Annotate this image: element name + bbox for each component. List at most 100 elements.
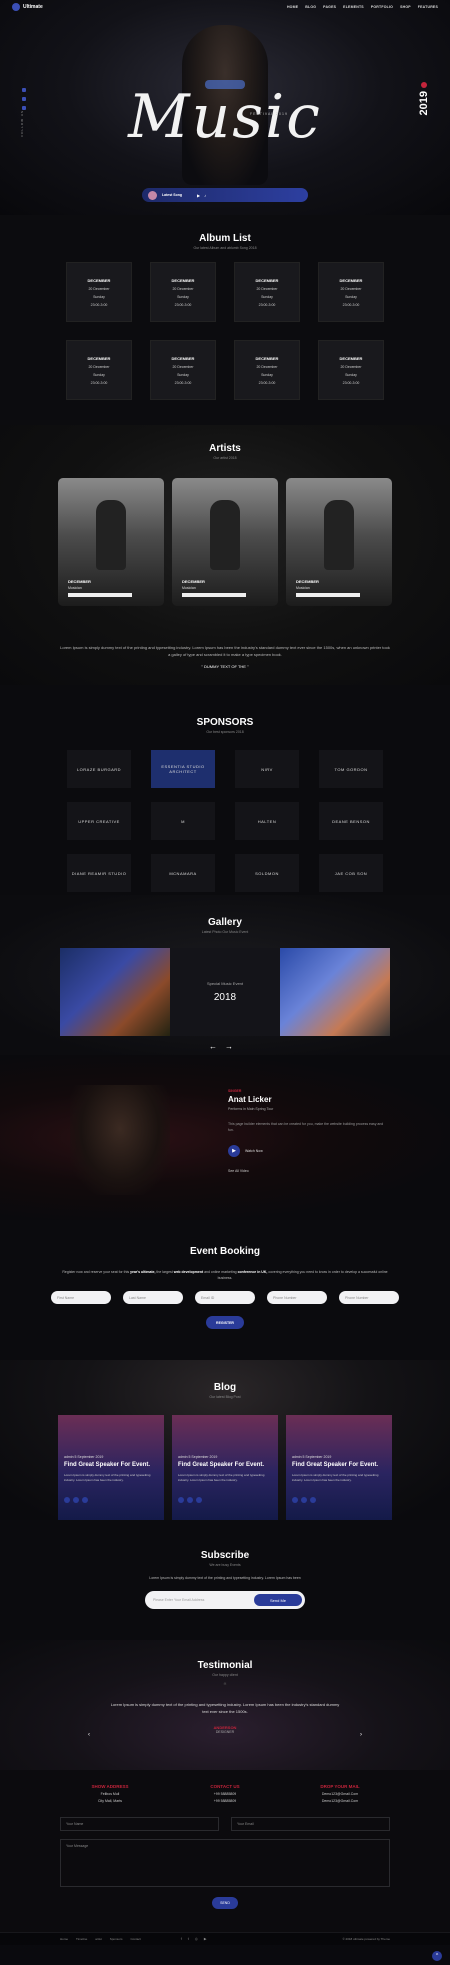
artist-card[interactable]: DECEMBER Musician [172, 478, 278, 606]
album-card[interactable]: DECEMBER 20 December Sunday 23:00-3:00 [318, 340, 384, 400]
gallery-image[interactable] [280, 948, 390, 1036]
arrow-right-icon[interactable]: › [360, 1732, 362, 1738]
nav-item-features[interactable]: FEATURES [418, 5, 438, 9]
twitter-icon[interactable] [73, 1497, 79, 1503]
sponsor-logo[interactable]: JAE COB SON [319, 854, 383, 892]
album-card[interactable]: DECEMBER 20 December Sunday 23:00-3:00 [234, 340, 300, 400]
blog-meta: admin 5 September 2019 [64, 1455, 104, 1459]
arrow-right-icon[interactable]: → [225, 1042, 241, 1051]
singer-subtitle: Performs in Main Spring Tour [228, 1107, 274, 1111]
gallery-image[interactable] [60, 948, 170, 1036]
album-card[interactable]: DECEMBER 20 December Sunday 23:00-3:00 [66, 262, 132, 322]
hero: Ultimate HOME BLOG PAGES ELEMENTS PORTFO… [0, 0, 450, 215]
album-card[interactable]: DECEMBER 20 December Sunday 23:00-3:00 [150, 340, 216, 400]
first-name-field[interactable]: First Name [51, 1291, 111, 1304]
blog-post-title[interactable]: Find Great Speaker For Event. [64, 1462, 150, 1468]
sponsor-logo[interactable]: LORAZE BURGARD [67, 750, 131, 788]
sponsor-logo[interactable]: DIANE REAMIR STUDIO [67, 854, 131, 892]
back-to-top-button[interactable]: ^ [432, 1951, 442, 1961]
blog-card[interactable]: admin 5 September 2019 Find Great Speake… [286, 1415, 392, 1521]
contact-line[interactable]: Demo123@Gmail.Com [290, 1799, 390, 1803]
instagram-icon[interactable] [310, 1497, 316, 1503]
send-button[interactable]: SEND [212, 1897, 238, 1909]
blog-card[interactable]: admin 5 September 2019 Find Great Speake… [172, 1415, 278, 1521]
album-card[interactable]: DECEMBER 20 December Sunday 23:00-3:00 [234, 262, 300, 322]
album-card-date: 20 December [256, 364, 278, 369]
facebook-icon[interactable] [64, 1497, 70, 1503]
audio-player[interactable]: Latest Song ▶ ♪ [142, 188, 308, 202]
email-field[interactable]: Your Email [231, 1817, 390, 1831]
footer-link-home[interactable]: Home [60, 1937, 68, 1941]
logo[interactable]: Ultimate [12, 3, 43, 11]
artist-card[interactable]: DECEMBER Musician [58, 478, 164, 606]
instagram-icon[interactable]: ◎ [195, 1937, 198, 1941]
contact-line[interactable]: Demo123@Gmail.Com [290, 1792, 390, 1796]
nav-item-home[interactable]: HOME [287, 5, 298, 9]
nav-item-pages[interactable]: PAGES [323, 5, 336, 9]
play-icon: ▶ [232, 1148, 236, 1154]
last-name-field[interactable]: Last Name [123, 1291, 183, 1304]
register-button[interactable]: REGISTER [206, 1316, 244, 1329]
sponsor-logo[interactable]: ESSENTIA STUDIO ARCHITECT [151, 750, 215, 788]
email-field[interactable]: Email ID [195, 1291, 255, 1304]
facebook-icon[interactable] [178, 1497, 184, 1503]
album-card[interactable]: DECEMBER 20 December Sunday 23:00-3:00 [66, 340, 132, 400]
album-card[interactable]: DECEMBER 20 December Sunday 23:00-3:00 [150, 262, 216, 322]
copyright: © 2018 ultimate powered by Theme [342, 1937, 390, 1941]
sponsor-logo[interactable]: DEANE BENSON [319, 802, 383, 840]
send-me-button[interactable]: Send Me [254, 1594, 302, 1606]
artists-title: Artists [209, 443, 241, 454]
album-card[interactable]: DECEMBER 20 December Sunday 23:00-3:00 [318, 262, 384, 322]
blog-post-title[interactable]: Find Great Speaker For Event. [292, 1462, 378, 1468]
facebook-icon[interactable] [22, 88, 26, 92]
phone-field[interactable]: Phone Number [339, 1291, 399, 1304]
footer-link-timeline[interactable]: Timeline [76, 1937, 87, 1941]
message-field[interactable]: Your Message [60, 1839, 390, 1887]
email-input[interactable]: Please Enter Your Email Address [153, 1598, 254, 1602]
arrow-left-icon[interactable]: ← [209, 1042, 225, 1051]
sponsor-logo[interactable]: NIRV [235, 750, 299, 788]
footer-link-artist[interactable]: artist [95, 1937, 102, 1941]
gallery-feature[interactable]: Special Music Event 2018 [170, 948, 280, 1036]
blog-excerpt: Lorem Ipsum is simply dummy text of the … [178, 1473, 265, 1482]
artist-card[interactable]: DECEMBER Musician [286, 478, 392, 606]
twitter-icon[interactable] [22, 97, 26, 101]
sponsor-logo[interactable]: TOM GORDON [319, 750, 383, 788]
nav-item-shop[interactable]: SHOP [400, 5, 411, 9]
blog-post-title[interactable]: Find Great Speaker For Event. [178, 1462, 264, 1468]
twitter-icon[interactable]: t [188, 1937, 189, 1941]
blog-card[interactable]: admin 5 September 2019 Find Great Speake… [58, 1415, 164, 1521]
play-icon[interactable]: ▶ [197, 193, 200, 198]
twitter-icon[interactable] [187, 1497, 193, 1503]
footer-link-contact[interactable]: Contact [130, 1937, 140, 1941]
booking-text: Register now and reserve your seat for t… [60, 1269, 390, 1281]
phone-field[interactable]: Phone Number [267, 1291, 327, 1304]
watch-now-link[interactable]: Watch Now [245, 1149, 263, 1153]
sponsor-logo[interactable]: MCNAMARA [151, 854, 215, 892]
album-card-date: 20 December [340, 364, 362, 369]
volume-icon[interactable]: ♪ [204, 193, 206, 198]
nav-item-blog[interactable]: BLOG [305, 5, 316, 9]
play-button[interactable]: ▶ [228, 1145, 240, 1157]
contact-mail: DROP YOUR MAIL Demo123@Gmail.Com Demo123… [290, 1784, 390, 1803]
sponsor-logo[interactable]: UPPER CREATIVE [67, 802, 131, 840]
youtube-icon[interactable]: ▶ [204, 1937, 207, 1941]
arrow-left-icon[interactable]: ‹ [88, 1732, 90, 1738]
twitter-icon[interactable] [301, 1497, 307, 1503]
sponsor-logo[interactable]: HALTEN [235, 802, 299, 840]
see-all-video-link[interactable]: See All Video [228, 1169, 249, 1173]
name-field[interactable]: Your Name [60, 1817, 219, 1831]
album-card-title: DECEMBER [171, 355, 195, 361]
instagram-icon[interactable] [82, 1497, 88, 1503]
nav-item-elements[interactable]: ELEMENTS [343, 5, 364, 9]
nav-item-portfolio[interactable]: PORTFOLIO [371, 5, 393, 9]
footer-link-sponsors[interactable]: Sponsors [110, 1937, 123, 1941]
facebook-icon[interactable] [292, 1497, 298, 1503]
track-title: Latest Song [162, 193, 183, 197]
footer-social: f t ◎ ▶ [181, 1937, 207, 1941]
instagram-icon[interactable] [196, 1497, 202, 1503]
sponsor-logo[interactable]: SOLDMON [235, 854, 299, 892]
contact-line: City Mall, Marts [97, 1799, 123, 1803]
facebook-icon[interactable]: f [181, 1937, 182, 1941]
sponsor-logo[interactable]: M [151, 802, 215, 840]
